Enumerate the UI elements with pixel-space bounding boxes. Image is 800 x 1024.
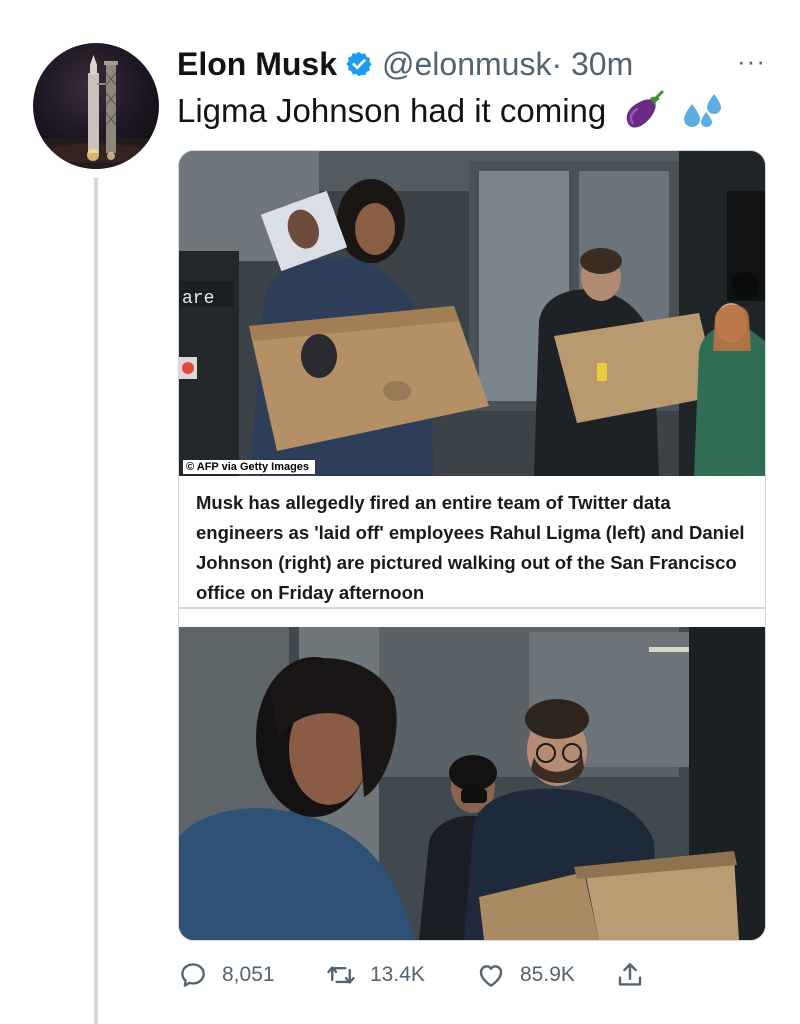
like-count: 85.9K bbox=[520, 963, 575, 986]
news-photo-bottom bbox=[179, 627, 765, 940]
reply-count: 8,051 bbox=[222, 963, 275, 986]
thread-connector-line bbox=[94, 178, 98, 1024]
verified-badge-icon bbox=[345, 50, 373, 78]
tweet-text-line: Ligma Johnson had it coming bbox=[177, 88, 726, 134]
tweet-media-card[interactable]: are © AFP via Getty Images Musk has alle… bbox=[178, 150, 766, 941]
like-button[interactable]: 85.9K bbox=[476, 960, 615, 990]
news-photo-bottom-graphic bbox=[179, 627, 765, 940]
retweet-count: 13.4K bbox=[370, 963, 425, 986]
retweet-icon bbox=[327, 966, 355, 984]
retweet-button[interactable]: 13.4K bbox=[326, 960, 476, 990]
tweet-text: Ligma Johnson had it coming bbox=[177, 92, 607, 129]
news-photo-top-graphic: are bbox=[179, 151, 765, 476]
reply-button[interactable]: 8,051 bbox=[178, 960, 326, 990]
avatar[interactable] bbox=[33, 43, 159, 169]
caption-divider bbox=[179, 607, 765, 609]
author-name[interactable]: Elon Musk bbox=[177, 46, 337, 83]
tweet-header: Elon Musk @elonmusk · 30m bbox=[177, 42, 777, 86]
sweat-droplets-emoji bbox=[680, 88, 726, 134]
eggplant-emoji bbox=[620, 88, 666, 134]
tweet-actions-bar: 8,051 13.4K 85.9K bbox=[178, 955, 659, 995]
tweet-timestamp[interactable]: · 30m bbox=[551, 46, 633, 83]
share-button[interactable] bbox=[615, 960, 659, 990]
avatar-rocket-image bbox=[33, 55, 159, 169]
reply-icon bbox=[181, 963, 205, 987]
share-icon bbox=[618, 963, 642, 986]
news-caption: Musk has allegedly fired an entire team … bbox=[196, 492, 745, 603]
author-handle[interactable]: @elonmusk bbox=[382, 46, 551, 83]
more-options-icon[interactable]: ··· bbox=[737, 46, 766, 77]
news-photo-top: are © AFP via Getty Images bbox=[179, 151, 765, 476]
photo-credit: © AFP via Getty Images bbox=[183, 460, 316, 474]
heart-icon bbox=[479, 965, 503, 987]
building-sign-text: are bbox=[182, 289, 214, 309]
